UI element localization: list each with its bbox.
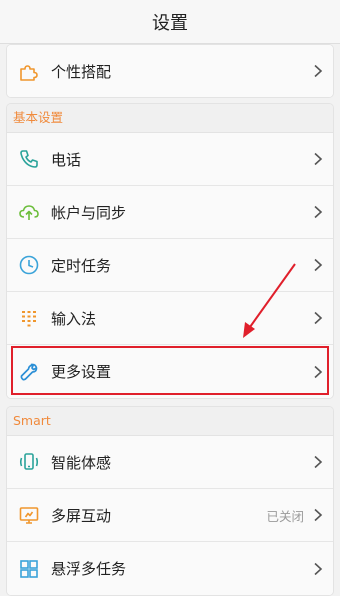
settings-item-scheduled-tasks[interactable]: 定时任务	[7, 239, 333, 292]
settings-item-label: 定时任务	[51, 256, 112, 275]
keypad-icon	[18, 307, 40, 329]
section-header-smart: Smart	[7, 407, 333, 436]
settings-item-label: 智能体感	[51, 453, 112, 472]
phone-icon	[18, 148, 40, 170]
clock-icon	[18, 254, 40, 276]
chevron-right-icon	[310, 504, 326, 526]
basic-settings-card: 基本设置 电话 帐户与同步 定时任务 输入法 更多设置	[6, 103, 334, 399]
chevron-right-icon	[310, 148, 326, 170]
settings-item-label: 更多设置	[51, 363, 112, 381]
multiscreen-icon	[18, 504, 40, 526]
status-text: 已关闭	[266, 508, 304, 524]
chevron-right-icon	[310, 558, 326, 580]
settings-item-label: 个性搭配	[51, 62, 112, 81]
page-title: 设置	[152, 12, 188, 34]
title-bar: 设置	[0, 0, 340, 44]
wrench-icon	[18, 361, 40, 383]
settings-item-label: 输入法	[51, 309, 97, 328]
settings-item-label: 悬浮多任务	[51, 560, 127, 578]
settings-item-personalize[interactable]: 个性搭配	[7, 45, 333, 97]
section-header-basic: 基本设置	[7, 104, 333, 133]
chevron-right-icon	[310, 60, 326, 82]
settings-item-phone[interactable]: 电话	[7, 133, 333, 186]
chevron-right-icon	[310, 254, 326, 276]
settings-item-smart-motion[interactable]: 智能体感	[7, 436, 333, 489]
settings-item-input-method[interactable]: 输入法	[7, 292, 333, 345]
settings-item-multiscreen[interactable]: 多屏互动 已关闭	[7, 489, 333, 542]
floating-window-icon	[18, 558, 40, 580]
gesture-phone-icon	[18, 451, 40, 473]
personalize-card: 个性搭配	[6, 44, 334, 98]
smart-settings-card: Smart 智能体感 多屏互动 已关闭 悬浮多任务	[6, 406, 334, 596]
settings-item-account-sync[interactable]: 帐户与同步	[7, 186, 333, 239]
settings-item-floating-multitask[interactable]: 悬浮多任务	[7, 542, 333, 595]
settings-item-label: 电话	[51, 150, 82, 169]
settings-item-more-settings[interactable]: 更多设置	[7, 345, 333, 398]
settings-item-label: 帐户与同步	[51, 203, 127, 222]
puzzle-icon	[18, 60, 40, 82]
chevron-right-icon	[310, 201, 326, 223]
cloud-sync-icon	[18, 201, 40, 223]
chevron-right-icon	[310, 307, 326, 329]
chevron-right-icon	[310, 451, 326, 473]
settings-item-label: 多屏互动	[51, 506, 112, 525]
chevron-right-icon	[310, 361, 326, 383]
